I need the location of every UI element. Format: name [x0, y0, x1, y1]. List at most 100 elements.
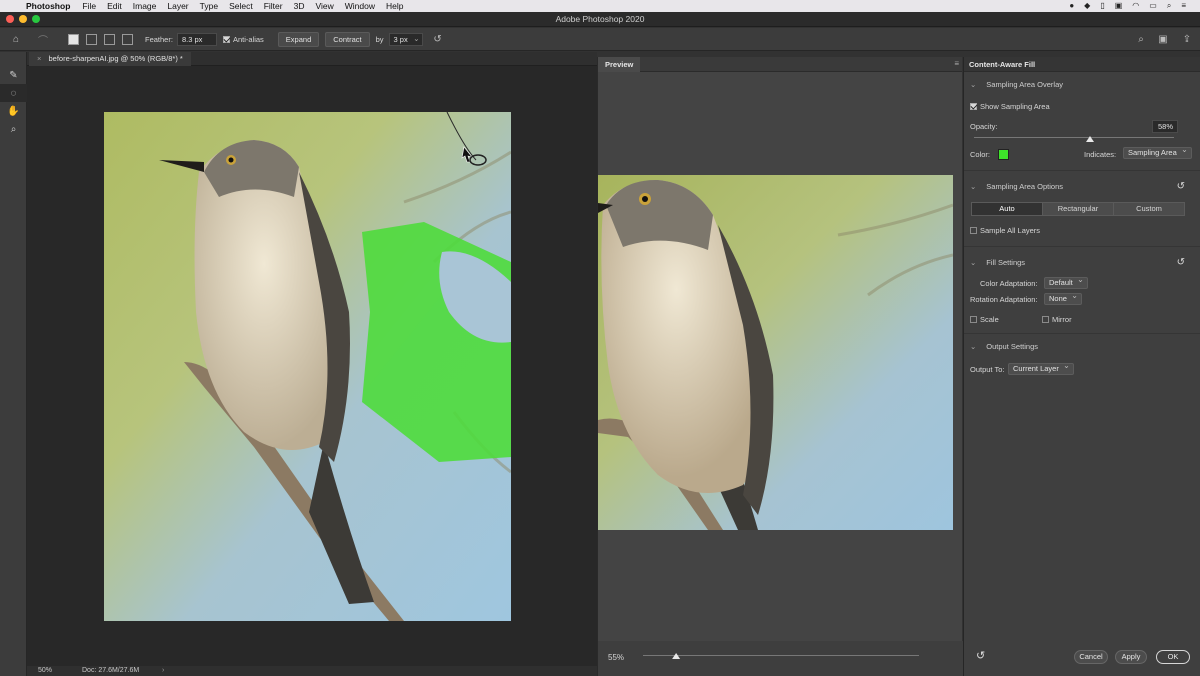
output-to-dropdown[interactable]: Current Layer: [1008, 361, 1074, 375]
menu-image[interactable]: Image: [133, 1, 157, 11]
workspace-icon[interactable]: ▣: [1156, 32, 1170, 46]
fill-settings-header[interactable]: ⌄ Fill Settings ↺: [964, 257, 1200, 268]
minimize-window-button[interactable]: [19, 15, 27, 23]
remove-brush-icon[interactable]: ✎: [0, 66, 27, 84]
zoom-level[interactable]: 50%: [38, 666, 52, 676]
rotation-adaptation-dropdown[interactable]: None: [1044, 291, 1082, 305]
output-settings-header[interactable]: ⌄ Output Settings: [964, 342, 1200, 351]
reset-all-icon[interactable]: ↺: [976, 649, 985, 662]
show-sampling-area-option[interactable]: Show Sampling Area: [964, 102, 1200, 111]
control-center-icon[interactable]: ≡: [1181, 1, 1186, 11]
preview-image[interactable]: [598, 175, 953, 530]
menu-edit[interactable]: Edit: [107, 1, 122, 11]
close-tab-icon[interactable]: ×: [37, 54, 41, 63]
add-selection-icon[interactable]: [86, 33, 97, 45]
share-icon[interactable]: ⇪: [1180, 32, 1194, 46]
mirror-checkbox[interactable]: [1042, 316, 1049, 323]
reset-icon[interactable]: ↺: [1177, 257, 1185, 268]
feather-input[interactable]: 8.3 px: [176, 32, 217, 46]
menu-3d[interactable]: 3D: [294, 1, 305, 11]
chevron-down-icon[interactable]: ⌄: [970, 342, 976, 351]
bird-photo[interactable]: [104, 112, 511, 621]
document-tab-bar: × before-sharpenAI.jpg @ 50% (RGB/8*) *: [27, 52, 597, 66]
chevron-down-icon[interactable]: ⌄: [413, 33, 419, 44]
close-window-button[interactable]: [6, 15, 14, 23]
apply-button[interactable]: Apply: [1115, 650, 1147, 664]
menu-app-name[interactable]: Photoshop: [26, 1, 70, 11]
search-icon[interactable]: ⌕: [1167, 1, 1171, 11]
window-title: Adobe Photoshop 2020: [555, 14, 645, 24]
opacity-input[interactable]: 58%: [1152, 120, 1178, 133]
creative-cloud-icon[interactable]: ●: [1069, 1, 1074, 11]
antialias-checkbox[interactable]: Anti-alias: [222, 35, 264, 44]
chevron-right-icon[interactable]: ›: [162, 666, 164, 676]
reset-icon[interactable]: ↺: [431, 32, 445, 46]
battery-icon[interactable]: ▭: [1149, 1, 1157, 11]
sample-all-layers-option[interactable]: Sample All Layers: [964, 226, 1200, 235]
document-canvas[interactable]: [27, 66, 597, 666]
menu-select[interactable]: Select: [229, 1, 253, 11]
chevron-down-icon[interactable]: ⌄: [970, 80, 976, 89]
panel-menu-icon[interactable]: ≡: [954, 59, 959, 68]
sampling-mode-toggle: Auto Rectangular Custom: [971, 202, 1185, 216]
expand-button[interactable]: Expand: [277, 31, 320, 47]
intersect-selection-icon[interactable]: [122, 33, 133, 45]
zoom-window-button[interactable]: [32, 15, 40, 23]
document-tab[interactable]: × before-sharpenAI.jpg @ 50% (RGB/8*) *: [29, 52, 191, 66]
sampling-overlay-header[interactable]: ⌄ Sampling Area Overlay: [964, 80, 1200, 89]
status-icons: ● ◆ ▯ ▣ ◠ ▭ ⌕ ≡: [1069, 1, 1186, 11]
preview-footer: 55%: [598, 641, 963, 676]
color-swatch[interactable]: [998, 149, 1010, 160]
chevron-down-icon[interactable]: ⌄: [970, 258, 976, 267]
subtract-selection-icon[interactable]: [104, 33, 115, 45]
lasso-preset-icon[interactable]: ⌒: [36, 32, 50, 47]
cancel-button[interactable]: Cancel: [1074, 650, 1108, 664]
preview-tab[interactable]: Preview: [598, 57, 641, 72]
contract-button[interactable]: Contract: [325, 31, 370, 47]
scale-mirror-row: Scale Mirror: [964, 315, 1200, 324]
ok-button[interactable]: OK: [1156, 650, 1190, 664]
menu-type[interactable]: Type: [200, 1, 218, 11]
by-input[interactable]: 3 px ⌄: [388, 32, 423, 46]
mirror-option[interactable]: Mirror: [1042, 315, 1072, 324]
chevron-down-icon[interactable]: ⌄: [970, 182, 976, 191]
scale-label: Scale: [980, 315, 999, 324]
wifi-icon[interactable]: ◠: [1132, 1, 1139, 11]
preview-header: Preview ≡: [598, 57, 962, 72]
content-aware-fill-panel: Content-Aware Fill ⌄ Sampling Area Overl…: [963, 57, 1200, 676]
color-adaptation-dropdown[interactable]: Default: [1044, 275, 1088, 289]
phone-icon[interactable]: ▯: [1100, 1, 1104, 11]
output-to-label: Output To:: [970, 365, 1005, 374]
preview-zoom-value[interactable]: 55%: [608, 653, 624, 662]
indicates-dropdown[interactable]: Sampling Area: [1123, 145, 1192, 159]
dropbox-icon[interactable]: ◆: [1084, 1, 1090, 11]
preview-image-graphic: [598, 175, 953, 530]
sampling-options-header[interactable]: ⌄ Sampling Area Options ↺: [964, 181, 1200, 192]
menu-help[interactable]: Help: [386, 1, 403, 11]
message-icon[interactable]: ▣: [1115, 1, 1123, 11]
zoom-tool-icon[interactable]: ⌕: [0, 120, 27, 138]
scale-option[interactable]: Scale: [970, 315, 999, 324]
search-icon[interactable]: ⌕: [1134, 32, 1148, 46]
reset-icon[interactable]: ↺: [1177, 181, 1185, 192]
sample-all-layers-checkbox[interactable]: [970, 227, 977, 234]
show-sampling-checkbox[interactable]: [970, 103, 977, 110]
menu-view[interactable]: View: [315, 1, 333, 11]
opacity-slider[interactable]: [974, 136, 1184, 144]
menu-filter[interactable]: Filter: [264, 1, 283, 11]
lasso-tool-icon[interactable]: ◌: [0, 84, 27, 102]
menu-window[interactable]: Window: [345, 1, 375, 11]
menu-file[interactable]: File: [82, 1, 96, 11]
opacity-thumb[interactable]: [1086, 136, 1094, 142]
mode-rectangular-button[interactable]: Rectangular: [1043, 203, 1114, 215]
menu-layer[interactable]: Layer: [167, 1, 188, 11]
new-selection-icon[interactable]: [68, 33, 79, 45]
hand-tool-icon[interactable]: ✋: [0, 102, 27, 120]
overlay-color-row: Color: Indicates: Sampling Area: [964, 145, 1200, 160]
antialias-check-icon[interactable]: [222, 35, 230, 43]
mode-custom-button[interactable]: Custom: [1114, 203, 1184, 215]
scale-checkbox[interactable]: [970, 316, 977, 323]
mode-auto-button[interactable]: Auto: [972, 203, 1043, 215]
preview-zoom-slider[interactable]: [643, 650, 933, 662]
home-icon[interactable]: ⌂: [9, 32, 23, 46]
